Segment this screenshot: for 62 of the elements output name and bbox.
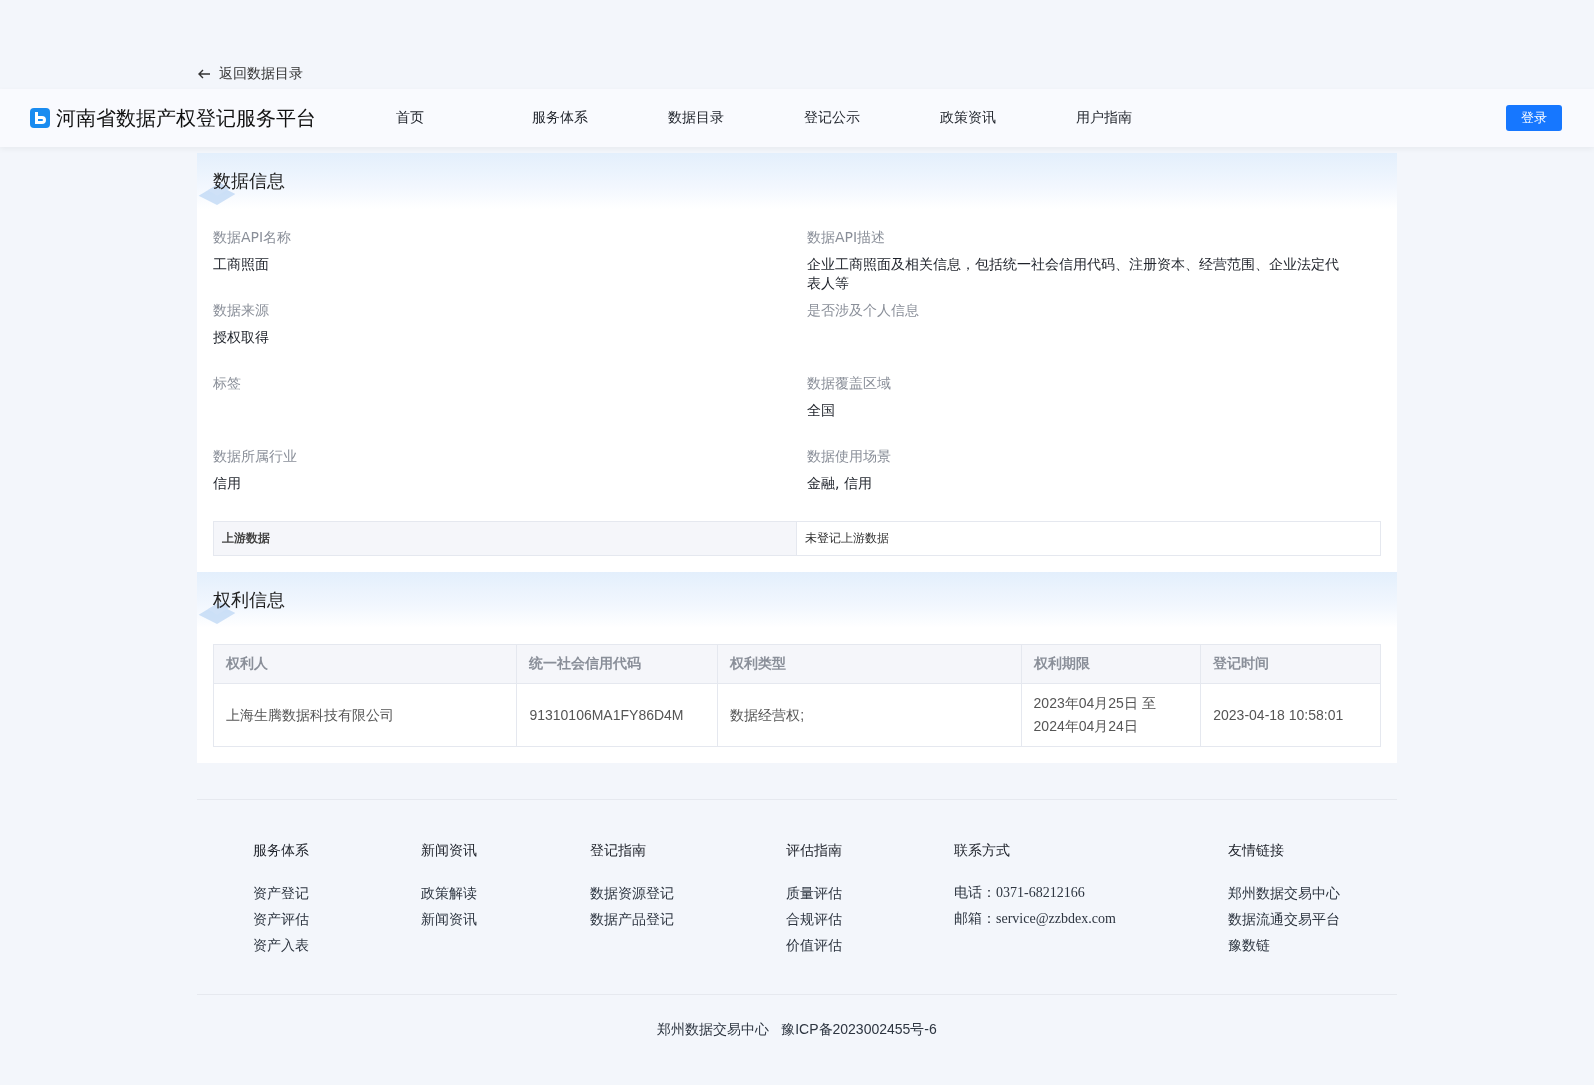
field-value: 全国 — [807, 401, 836, 420]
footer-heading: 服务体系 — [253, 842, 310, 860]
table-cell-text: 未登记上游数据 — [804, 530, 890, 547]
arrow-left-icon — [197, 67, 211, 81]
footer-link[interactable]: 数据流通交易平台 — [1228, 906, 1388, 932]
footer-link[interactable]: 豫数链 — [1228, 932, 1388, 958]
footer-link[interactable]: 价值评估 — [786, 932, 954, 958]
table-cell: 2023年04月25日 至 2024年04月24日 — [1021, 683, 1201, 747]
copyright-text: 郑州数据交易中心 — [657, 1021, 770, 1039]
nav-link[interactable]: 用户指南 — [1076, 109, 1212, 127]
footer-link[interactable]: 政策解读 — [421, 880, 590, 906]
footer-link[interactable]: 合规评估 — [786, 906, 954, 932]
field-label: 数据来源 — [213, 302, 270, 320]
field-value: 工商照面 — [213, 255, 270, 274]
contact-link[interactable]: 电话：0371-68212166 — [954, 880, 1228, 906]
field-label: 数据API名称 — [213, 229, 293, 247]
site-title: 河南省数据产权登记服务平台 — [56, 104, 316, 132]
footer-link[interactable]: 数据产品登记 — [590, 906, 786, 932]
table-header-cell: 权利类型 — [717, 644, 1022, 684]
field-label: 标签 — [213, 375, 242, 393]
table-header-cell: 登记时间 — [1200, 644, 1381, 684]
logo-icon — [30, 108, 50, 128]
login-button[interactable]: 登录 — [1506, 105, 1562, 131]
contact-link[interactable]: 邮箱：service@zzbdex.com — [954, 906, 1228, 932]
nav-link[interactable]: 首页 — [396, 109, 532, 127]
footer-heading: 评估指南 — [786, 842, 843, 860]
footer-link[interactable]: 资产评估 — [253, 906, 421, 932]
field-value: 企业工商照面及相关信息，包括统一社会信用代码、注册资本、经营范围、企业法定代表人等 — [807, 255, 1340, 293]
footer-heading: 联系方式 — [954, 842, 1011, 860]
table-cell: 上海生腾数据科技有限公司 — [213, 683, 517, 747]
field-label: 数据覆盖区域 — [807, 375, 892, 393]
field-value: 金融, 信用 — [807, 474, 873, 493]
nav-link[interactable]: 登记公示 — [804, 109, 940, 127]
field-label: 是否涉及个人信息 — [807, 302, 920, 320]
field-value: 授权取得 — [213, 328, 270, 347]
field-value: 信用 — [213, 474, 242, 493]
field-label: 数据所属行业 — [213, 448, 298, 466]
nav-link[interactable]: 政策资讯 — [940, 109, 1076, 127]
footer-link[interactable]: 郑州数据交易中心 — [1228, 880, 1388, 906]
footer-link[interactable]: 质量评估 — [786, 880, 954, 906]
footer-link[interactable]: 资产登记 — [253, 880, 421, 906]
footer-link[interactable]: 资产入表 — [253, 932, 421, 958]
table-header-cell: 权利人 — [213, 644, 517, 684]
table-header-cell: 权利期限 — [1021, 644, 1201, 684]
copyright-text: 豫ICP备2023002455号-6 — [781, 1021, 937, 1039]
table-cell: 91310106MA1FY86D4M — [516, 683, 718, 747]
footer-link[interactable]: 数据资源登记 — [590, 880, 786, 906]
section-title: 数据信息 — [213, 169, 285, 193]
footer-link[interactable]: 新闻资讯 — [421, 906, 590, 932]
footer-heading: 新闻资讯 — [421, 842, 478, 860]
back-link[interactable]: 返回数据目录 — [197, 64, 303, 84]
table-cell: 数据经营权; — [717, 683, 1022, 747]
table-header-cell: 统一社会信用代码 — [516, 644, 718, 684]
field-label: 数据使用场景 — [807, 448, 892, 466]
table-header-cell: 上游数据 — [214, 522, 797, 555]
nav-link[interactable]: 服务体系 — [532, 109, 668, 127]
footer-heading: 登记指南 — [590, 842, 647, 860]
field-label: 数据API描述 — [807, 229, 887, 247]
table-cell: 2023-04-18 10:58:01 — [1200, 683, 1381, 747]
footer-heading: 友情链接 — [1228, 842, 1285, 860]
section-title: 权利信息 — [213, 588, 285, 612]
nav-link[interactable]: 数据目录 — [668, 109, 804, 127]
